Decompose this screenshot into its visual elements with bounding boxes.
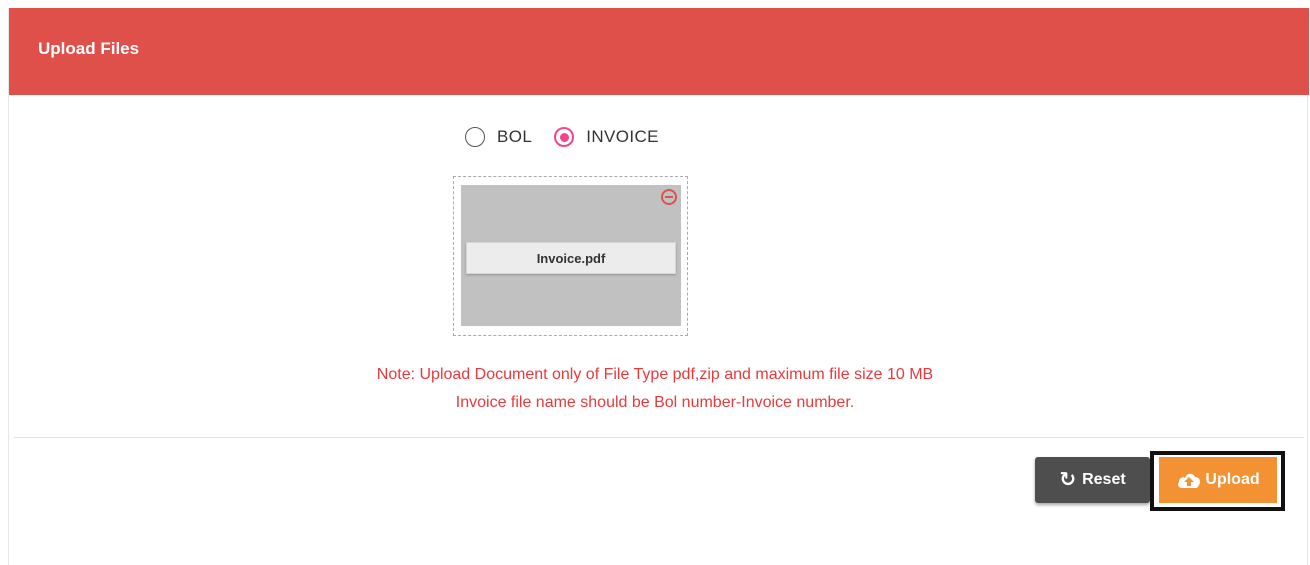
panel-header: Upload Files	[9, 8, 1309, 95]
invoice-radio[interactable]	[554, 127, 575, 147]
radio-selected-dot	[559, 132, 569, 142]
footer-divider	[14, 437, 1304, 438]
upload-note-file-type: Note: Upload Document only of File Type …	[376, 366, 934, 383]
file-dropzone[interactable]: Invoice.pdf	[453, 176, 688, 336]
panel-title: Upload Files	[38, 39, 140, 58]
remove-file-icon[interactable]	[661, 189, 677, 205]
bol-radio[interactable]	[465, 127, 485, 147]
reset-button-label: Reset	[1082, 471, 1126, 488]
cloud-upload-icon	[1178, 473, 1201, 488]
upload-button[interactable]: Upload	[1159, 457, 1277, 503]
refresh-icon: ↻	[1059, 469, 1077, 491]
radio-option-bol[interactable]: BOL	[465, 127, 532, 147]
invoice-radio-label[interactable]: INVOICE	[586, 127, 659, 147]
upload-note-file-name: Invoice file name should be Bol number-I…	[455, 394, 855, 411]
reset-button[interactable]: ↻ Reset	[1035, 457, 1150, 503]
file-name: Invoice.pdf	[466, 242, 676, 274]
radio-option-invoice[interactable]: INVOICE	[554, 127, 659, 147]
document-type-radio-group: BOL INVOICE	[465, 124, 681, 150]
file-preview: Invoice.pdf	[461, 185, 681, 326]
bol-radio-label[interactable]: BOL	[497, 127, 532, 147]
upload-button-label: Upload	[1205, 471, 1260, 488]
